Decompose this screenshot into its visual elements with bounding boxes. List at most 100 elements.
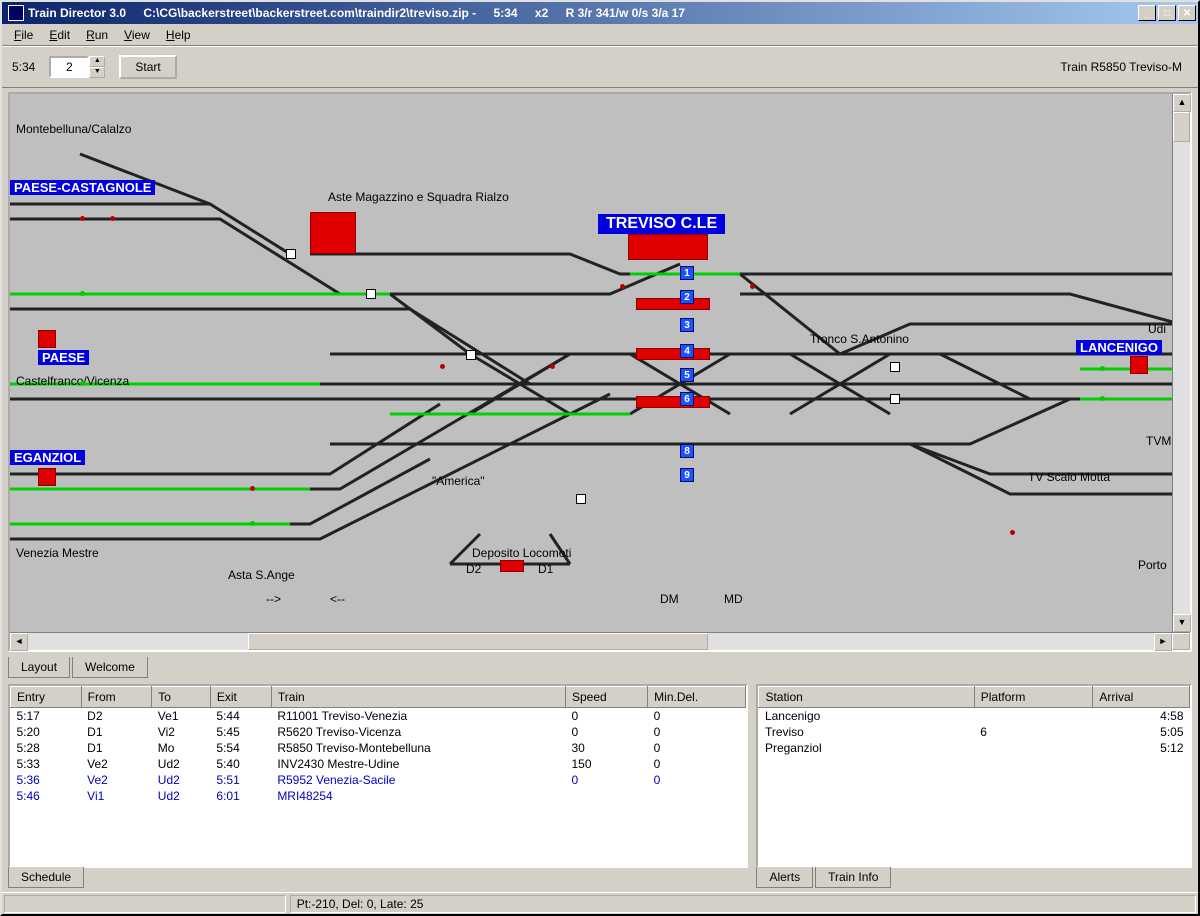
- traininfo-panel: Station Platform Arrival Lancenigo4:58Tr…: [756, 684, 1192, 868]
- label-tronco: Tronco S.Antonino: [810, 332, 909, 346]
- building-paese: [38, 330, 56, 348]
- switch-icon[interactable]: [286, 249, 296, 259]
- table-row[interactable]: 5:28D1Mo5:54R5850 Treviso-Montebelluna30…: [11, 740, 746, 756]
- menu-edit[interactable]: Edit: [41, 26, 78, 44]
- close-button[interactable]: ✕: [1178, 5, 1196, 21]
- scroll-down-icon[interactable]: ▼: [1173, 614, 1191, 632]
- schedule-grid[interactable]: Entry From To Exit Train Speed Min.Del. …: [10, 686, 746, 866]
- signal-icon[interactable]: [80, 381, 85, 386]
- platform-6: 6: [680, 392, 694, 406]
- label-castelfranco: Castelfranco/Vicenza: [16, 374, 129, 388]
- menu-run[interactable]: Run: [78, 26, 116, 44]
- platform-3: 3: [680, 318, 694, 332]
- switch-icon[interactable]: [890, 362, 900, 372]
- app-window: Train Director 3.0 C:\CG\backerstreet\ba…: [0, 0, 1200, 916]
- table-row[interactable]: 5:33Ve2Ud25:40INV2430 Mestre-Udine1500: [11, 756, 746, 772]
- table-row[interactable]: 5:36Ve2Ud25:51R5952 Venezia-Sacile00: [11, 772, 746, 788]
- scroll-up-icon[interactable]: ▲: [1173, 94, 1191, 112]
- toolbar: 5:34 ▲ ▼ Start Train R5850 Treviso-M: [2, 46, 1198, 88]
- label-montebelluna: Montebelluna/Calalzo: [16, 122, 131, 136]
- occupied-block-3: [636, 396, 710, 408]
- tab-schedule[interactable]: Schedule: [8, 867, 84, 888]
- occupied-block-d: [500, 560, 524, 572]
- signal-icon[interactable]: [250, 521, 255, 526]
- building-aste: [310, 212, 356, 254]
- signal-icon[interactable]: [1100, 396, 1105, 401]
- table-row[interactable]: Preganziol5:12: [759, 740, 1190, 756]
- station-paese: PAESE: [38, 350, 89, 365]
- signal-icon[interactable]: [440, 364, 445, 369]
- track-canvas[interactable]: Montebelluna/Calalzo PAESE-CASTAGNOLE As…: [10, 94, 1172, 632]
- app-icon: [8, 5, 24, 21]
- signal-icon[interactable]: [110, 216, 115, 221]
- traininfo-grid[interactable]: Station Platform Arrival Lancenigo4:58Tr…: [758, 686, 1190, 866]
- signal-icon[interactable]: [80, 291, 85, 296]
- signal-icon[interactable]: [620, 284, 625, 289]
- scroll-right-icon[interactable]: ►: [1154, 633, 1172, 651]
- label-deposito: Deposito Locomoti: [472, 546, 571, 560]
- col-station[interactable]: Station: [759, 687, 974, 708]
- spin-up-icon[interactable]: ▲: [89, 56, 105, 67]
- label-america: "America": [432, 474, 485, 488]
- table-row[interactable]: 5:17D2Ve15:44R11001 Treviso-Venezia00: [11, 708, 746, 725]
- col-from[interactable]: From: [81, 687, 152, 708]
- platform-5: 5: [680, 368, 694, 382]
- col-to[interactable]: To: [152, 687, 211, 708]
- speed-stepper[interactable]: ▲ ▼: [49, 56, 105, 78]
- tab-welcome[interactable]: Welcome: [72, 657, 148, 678]
- menu-help[interactable]: Help: [158, 26, 199, 44]
- tab-layout[interactable]: Layout: [8, 657, 70, 678]
- minimize-button[interactable]: _: [1138, 5, 1156, 21]
- switch-icon[interactable]: [366, 289, 376, 299]
- signal-icon[interactable]: [250, 486, 255, 491]
- col-platform[interactable]: Platform: [974, 687, 1093, 708]
- scroll-left-icon[interactable]: ◄: [10, 633, 28, 651]
- speed-input[interactable]: [49, 56, 89, 78]
- label-md: MD: [724, 592, 743, 606]
- label-asta-ange: Asta S.Ange: [228, 568, 295, 582]
- canvas-tabs: Layout Welcome: [8, 657, 1192, 678]
- col-mindel[interactable]: Min.Del.: [648, 687, 746, 708]
- table-row[interactable]: 5:20D1Vi25:45R5620 Treviso-Vicenza00: [11, 724, 746, 740]
- col-speed[interactable]: Speed: [565, 687, 647, 708]
- signal-icon[interactable]: [550, 364, 555, 369]
- platform-2: 2: [680, 290, 694, 304]
- label-dir-fwd: -->: [266, 592, 281, 606]
- col-train[interactable]: Train: [271, 687, 565, 708]
- title-bar[interactable]: Train Director 3.0 C:\CG\backerstreet\ba…: [2, 2, 1198, 24]
- col-arrival[interactable]: Arrival: [1093, 687, 1190, 708]
- signal-icon[interactable]: [80, 216, 85, 221]
- canvas-scrollbar-h[interactable]: ◄ ►: [10, 632, 1190, 650]
- menu-bar: File Edit Run View Help: [2, 24, 1198, 46]
- label-porto: Porto: [1138, 558, 1167, 572]
- switch-icon[interactable]: [466, 350, 476, 360]
- menu-view[interactable]: View: [116, 26, 158, 44]
- maximize-button[interactable]: □: [1158, 5, 1176, 21]
- menu-file[interactable]: File: [6, 26, 41, 44]
- signal-icon[interactable]: [1100, 366, 1105, 371]
- spin-down-icon[interactable]: ▼: [89, 67, 105, 78]
- tab-alerts[interactable]: Alerts: [756, 867, 813, 888]
- table-row[interactable]: Lancenigo4:58: [759, 708, 1190, 725]
- col-entry[interactable]: Entry: [11, 687, 82, 708]
- layout-panel: Montebelluna/Calalzo PAESE-CASTAGNOLE As…: [8, 92, 1192, 652]
- station-preganziol: EGANZIOL: [10, 450, 85, 465]
- signal-icon[interactable]: [750, 284, 755, 289]
- label-d2: D2: [466, 562, 481, 576]
- track-svg: [10, 94, 1172, 614]
- label-dir-back: <--: [330, 592, 345, 606]
- start-button[interactable]: Start: [119, 55, 176, 79]
- label-tvm: TVM: [1146, 434, 1171, 448]
- table-row[interactable]: Treviso65:05: [759, 724, 1190, 740]
- signal-icon[interactable]: [1010, 530, 1015, 535]
- platform-4: 4: [680, 344, 694, 358]
- label-venezia: Venezia Mestre: [16, 546, 99, 560]
- label-aste: Aste Magazzino e Squadra Rialzo: [328, 190, 509, 204]
- canvas-scrollbar-v[interactable]: ▲ ▼: [1172, 94, 1190, 632]
- label-scalo: TV Scalo Motta: [1028, 470, 1110, 484]
- tab-traininfo[interactable]: Train Info: [815, 867, 891, 888]
- table-row[interactable]: 5:46Vi1Ud26:01MRI48254: [11, 788, 746, 804]
- col-exit[interactable]: Exit: [210, 687, 271, 708]
- switch-icon[interactable]: [576, 494, 586, 504]
- switch-icon[interactable]: [890, 394, 900, 404]
